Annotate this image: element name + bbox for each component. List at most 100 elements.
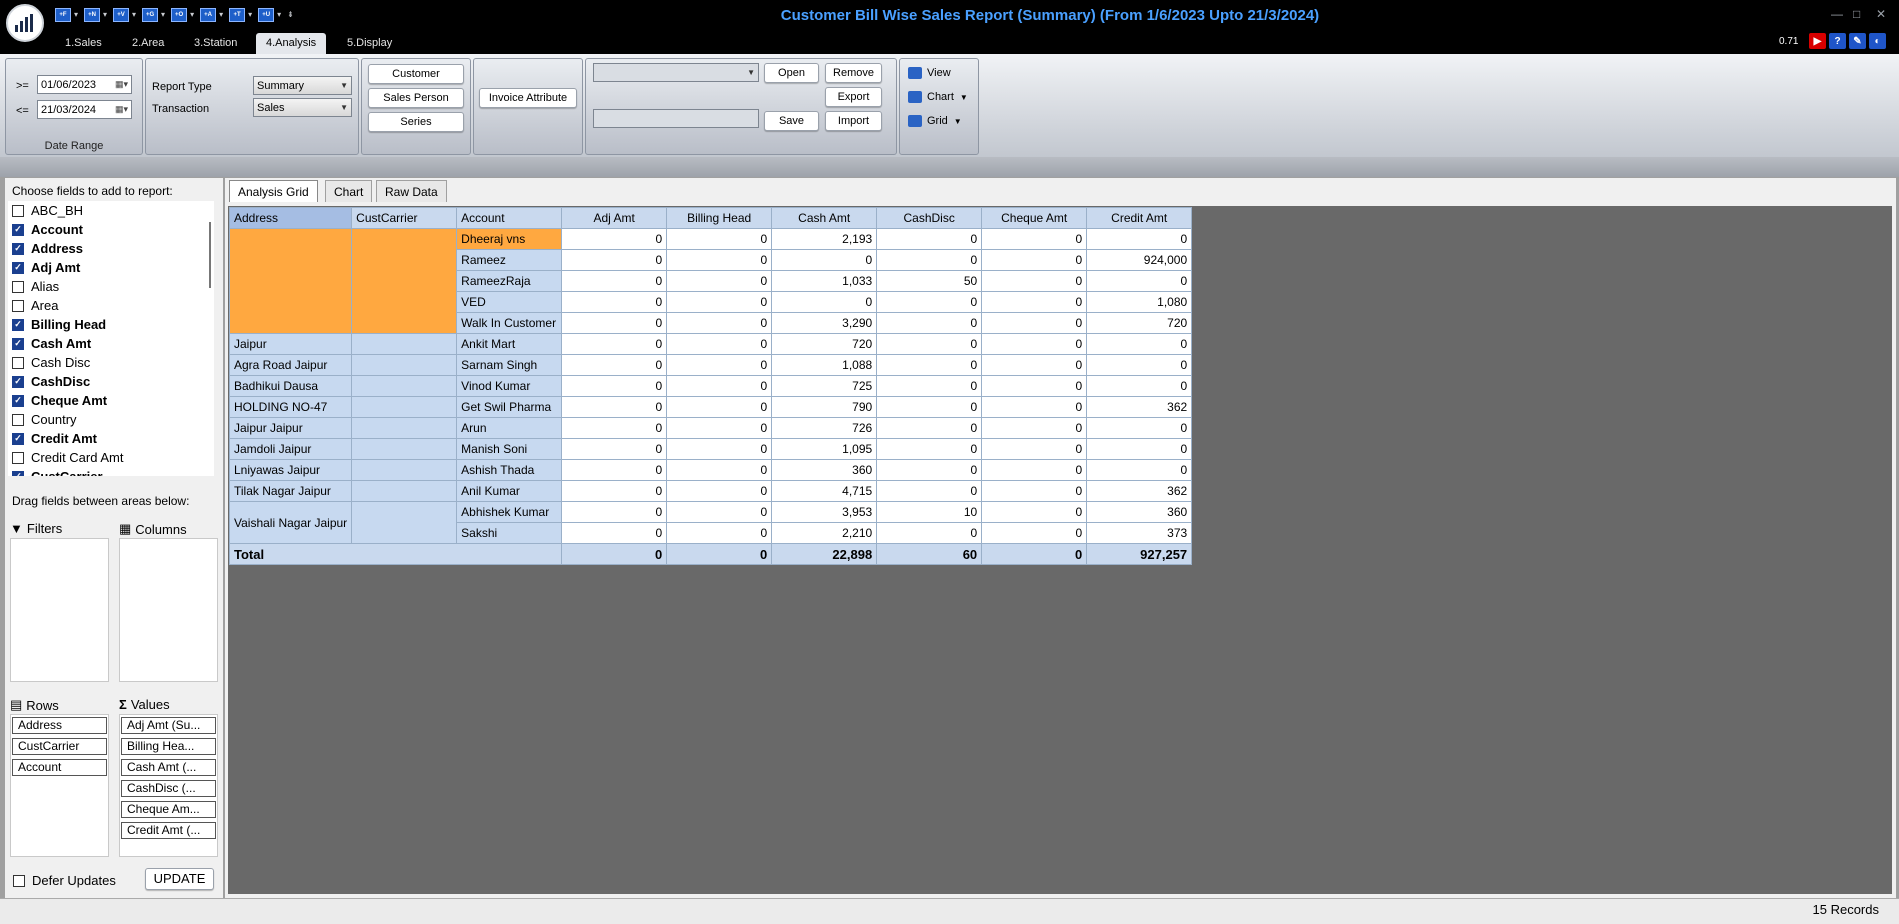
value-cell[interactable]: 0 bbox=[981, 291, 1088, 313]
row-header-cell[interactable]: Address bbox=[228, 207, 353, 229]
table-row[interactable]: Lniyawas Jaipur Ashish Thada 0 0 360 0 0 0 bbox=[228, 459, 1193, 481]
value-cell[interactable]: 790 bbox=[771, 396, 878, 418]
table-row[interactable]: Dheeraj vns 0 0 2,193 0 0 0 bbox=[228, 228, 1193, 334]
account-cell[interactable]: Ashish Thada bbox=[456, 459, 563, 481]
value-cell[interactable]: 0 bbox=[876, 417, 983, 439]
total-cell[interactable]: 22,898 bbox=[771, 543, 878, 565]
value-cell[interactable]: 0 bbox=[981, 396, 1088, 418]
table-row[interactable]: Tilak Nagar Jaipur Anil Kumar 0 0 4,715 0 0 362 bbox=[228, 480, 1193, 502]
row-field-chip[interactable]: Address bbox=[12, 717, 107, 734]
chevron-down-icon[interactable]: ▾ bbox=[277, 10, 281, 19]
value-header-cell[interactable]: Billing Head bbox=[666, 207, 773, 229]
value-cell[interactable]: 0 bbox=[981, 438, 1088, 460]
value-cell[interactable]: 0 bbox=[981, 480, 1088, 502]
quick-access-btn[interactable]: +G bbox=[142, 7, 159, 22]
address-cell[interactable]: Jaipur Jaipur bbox=[228, 417, 353, 439]
field-checkbox[interactable]: ✓ bbox=[12, 337, 24, 350]
field-checkbox[interactable] bbox=[12, 204, 24, 217]
account-cell[interactable]: Sarnam Singh bbox=[456, 354, 563, 376]
close-icon[interactable]: ✕ bbox=[1876, 7, 1886, 21]
value-cell[interactable]: 0 bbox=[981, 375, 1088, 397]
report-type-select[interactable]: Summary ▼ bbox=[253, 76, 352, 95]
field-item[interactable]: ✓ Account bbox=[8, 220, 214, 239]
value-cell[interactable]: 0 bbox=[981, 354, 1088, 376]
value-cell[interactable]: 0 bbox=[561, 438, 668, 460]
quick-access-btn[interactable]: +A bbox=[200, 7, 217, 22]
to-date-field[interactable]: 21/03/2024 ▦▾ bbox=[37, 100, 132, 119]
carrier-cell[interactable] bbox=[351, 438, 458, 460]
customer-button[interactable]: Customer bbox=[368, 64, 464, 84]
value-cell[interactable]: 0 bbox=[1086, 354, 1193, 376]
defer-updates-checkbox[interactable] bbox=[13, 874, 25, 887]
tab-raw-data[interactable]: Raw Data bbox=[376, 180, 447, 202]
value-cell[interactable]: 0 bbox=[561, 249, 668, 271]
field-checkbox[interactable] bbox=[12, 451, 24, 464]
carrier-cell[interactable] bbox=[351, 333, 458, 355]
pivot-grid[interactable]: Address CustCarrier Account Adj Amt Billing … bbox=[228, 207, 1193, 565]
table-row[interactable]: HOLDING NO-47 Get Swil Pharma 0 0 790 0 0 362 bbox=[228, 396, 1193, 418]
field-item[interactable]: ✓ Credit Amt bbox=[8, 429, 214, 448]
field-checkbox[interactable]: ✓ bbox=[12, 470, 24, 476]
app-logo-icon[interactable] bbox=[6, 4, 44, 42]
value-cell[interactable]: 0 bbox=[981, 228, 1088, 250]
tab-analysis[interactable]: 4.Analysis bbox=[256, 33, 327, 54]
value-cell[interactable]: 0 bbox=[666, 438, 773, 460]
field-checkbox[interactable]: ✓ bbox=[12, 432, 24, 445]
account-cell[interactable]: Sakshi bbox=[456, 522, 563, 544]
address-cell[interactable]: Vaishali Nagar Jaipur bbox=[228, 501, 353, 544]
value-cell[interactable]: 0 bbox=[561, 375, 668, 397]
table-row[interactable]: Badhikui Dausa Vinod Kumar 0 0 725 0 0 0 bbox=[228, 375, 1193, 397]
export-button[interactable]: Export bbox=[825, 87, 882, 107]
carrier-cell[interactable] bbox=[351, 459, 458, 481]
value-cell[interactable]: 0 bbox=[981, 270, 1088, 292]
field-checkbox[interactable]: ✓ bbox=[12, 318, 24, 331]
chevron-down-icon[interactable]: ▾ bbox=[248, 10, 252, 19]
value-cell[interactable]: 0 bbox=[561, 270, 668, 292]
field-checkbox[interactable] bbox=[12, 356, 24, 369]
sales-person-button[interactable]: Sales Person bbox=[368, 88, 464, 108]
field-item[interactable]: Cash Disc bbox=[8, 353, 214, 372]
field-checkbox[interactable]: ✓ bbox=[12, 394, 24, 407]
columns-area[interactable] bbox=[119, 538, 218, 682]
field-checkbox[interactable] bbox=[12, 413, 24, 426]
account-cell[interactable]: Manish Soni bbox=[456, 438, 563, 460]
chevron-down-icon[interactable]: ▾ bbox=[132, 10, 136, 19]
remove-button[interactable]: Remove bbox=[825, 63, 882, 83]
value-cell[interactable]: 4,715 bbox=[771, 480, 878, 502]
customize-toolbar-icon[interactable]: ⇟ bbox=[287, 10, 294, 19]
value-cell[interactable]: 0 bbox=[876, 291, 983, 313]
field-item[interactable]: ✓ Cheque Amt bbox=[8, 391, 214, 410]
value-cell[interactable]: 10 bbox=[876, 501, 983, 523]
total-row[interactable]: Total 0 0 22,898 60 0 927,257 bbox=[228, 543, 1193, 565]
address-cell[interactable]: Tilak Nagar Jaipur bbox=[228, 480, 353, 502]
field-item[interactable]: ABC_BH bbox=[8, 201, 214, 220]
import-button[interactable]: Import bbox=[825, 111, 882, 131]
carrier-cell[interactable] bbox=[351, 417, 458, 439]
value-cell[interactable]: 0 bbox=[981, 312, 1088, 334]
value-cell[interactable]: 0 bbox=[981, 249, 1088, 271]
defer-updates-control[interactable]: Defer Updates bbox=[13, 873, 116, 888]
row-field-chip[interactable]: CustCarrier bbox=[12, 738, 107, 755]
tab-sales[interactable]: 1.Sales bbox=[55, 33, 112, 54]
value-cell[interactable]: 0 bbox=[666, 522, 773, 544]
tab-analysis-grid[interactable]: Analysis Grid bbox=[229, 180, 318, 202]
field-item[interactable]: Alias bbox=[8, 277, 214, 296]
value-cell[interactable]: 1,033 bbox=[771, 270, 878, 292]
value-cell[interactable]: 0 bbox=[876, 354, 983, 376]
quick-access-btn[interactable]: +O bbox=[171, 7, 188, 22]
value-cell[interactable]: 373 bbox=[1086, 522, 1193, 544]
value-cell[interactable]: 0 bbox=[666, 480, 773, 502]
total-cell[interactable]: 0 bbox=[666, 543, 773, 565]
series-button[interactable]: Series bbox=[368, 112, 464, 132]
value-cell[interactable]: 0 bbox=[561, 228, 668, 250]
carrier-cell[interactable] bbox=[351, 228, 458, 334]
value-cell[interactable]: 0 bbox=[1086, 438, 1193, 460]
row-header-cell[interactable]: Account bbox=[456, 207, 563, 229]
field-checkbox[interactable]: ✓ bbox=[12, 223, 24, 236]
value-cell[interactable]: 0 bbox=[981, 501, 1088, 523]
value-cell[interactable]: 0 bbox=[666, 354, 773, 376]
field-item[interactable]: Country bbox=[8, 410, 214, 429]
value-cell[interactable]: 0 bbox=[876, 333, 983, 355]
value-cell[interactable]: 0 bbox=[1086, 228, 1193, 250]
value-cell[interactable]: 0 bbox=[876, 396, 983, 418]
